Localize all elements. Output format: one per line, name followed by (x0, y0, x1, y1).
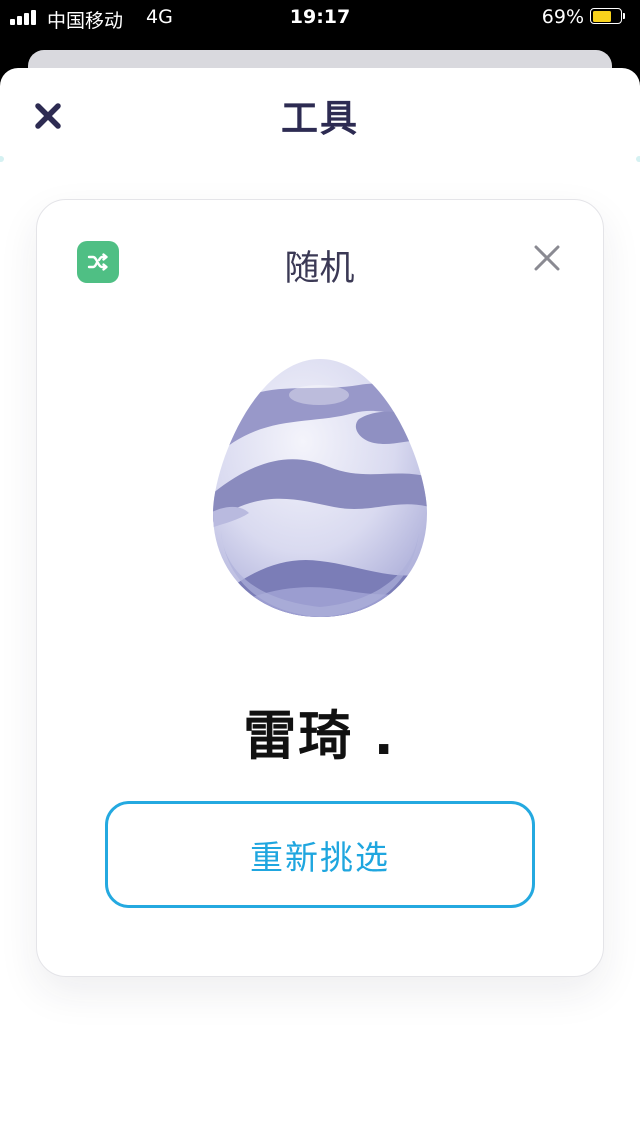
battery-icon (590, 8, 626, 26)
tools-sheet: 工具 随机 雷琦 . 重新挑选 (0, 68, 640, 1139)
card-title: 随机 (284, 249, 355, 289)
random-tool-card: 随机 雷琦 . 重新挑选 (36, 199, 604, 977)
egg-icon (209, 355, 431, 621)
battery-percent: 69% (541, 6, 584, 28)
page-title: 工具 (281, 97, 359, 140)
battery-fill (592, 10, 612, 22)
edge-decoration (636, 156, 640, 162)
repick-button[interactable]: 重新挑选 (105, 801, 535, 908)
status-bar: 中国移动 4G 19:17 69% (0, 0, 640, 36)
result-name: 雷琦 . (243, 706, 396, 767)
close-icon[interactable] (531, 242, 563, 274)
edge-decoration (0, 156, 4, 162)
